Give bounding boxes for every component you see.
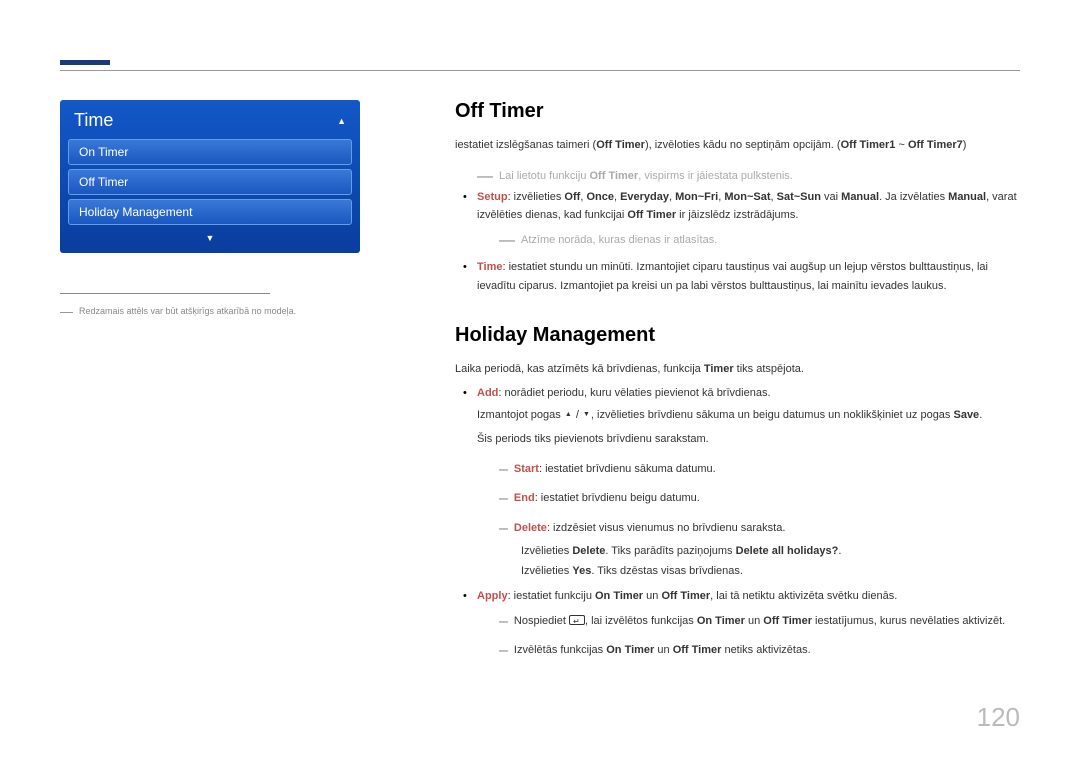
accent-bar xyxy=(60,60,110,65)
setup-subnote: ―Atzīme norāda, kuras dienas ir atlasīta… xyxy=(477,225,1020,252)
left-footnote: ―Redzamais attēls var būt atšķirīgs atka… xyxy=(60,302,360,317)
setup-bullet: Setup: izvēlieties Off, Once, Everyday, … xyxy=(477,188,1020,253)
enter-icon xyxy=(569,615,585,625)
apply-sub2: –Izvēlētās funkcijas On Timer un Off Tim… xyxy=(477,635,1020,662)
triangle-up-icon xyxy=(564,409,573,421)
add-bullet: Add: norādiet periodu, kuru vēlaties pie… xyxy=(477,384,1020,581)
add-delete: –Delete: izdzēsiet visus vienumus no brī… xyxy=(477,513,1020,540)
add-line3: Šis periods tiks pievienots brīvdienu sa… xyxy=(477,431,1020,449)
heading-off-timer: Off Timer xyxy=(455,100,1020,123)
menu-item-on-timer[interactable]: On Timer xyxy=(68,139,352,165)
menu-item-holiday-management[interactable]: Holiday Management xyxy=(68,199,352,225)
add-line2: Izmantojot pogas / , izvēlieties brīvdie… xyxy=(477,407,1020,425)
chevron-down-icon[interactable]: ▼ xyxy=(68,229,352,243)
heading-holiday-management: Holiday Management xyxy=(455,324,1020,347)
holiday-intro: Laika periodā, kas atzīmēts kā brīvdiena… xyxy=(455,361,1020,379)
apply-bullet: Apply: iestatiet funkciju On Timer un Of… xyxy=(477,587,1020,662)
time-menu-panel: Time ▲ On Timer Off Timer Holiday Manage… xyxy=(60,100,360,253)
apply-sub1: –Nospiediet , lai izvēlētos funkcijas On… xyxy=(477,606,1020,633)
time-bullet: Time: iestatiet stundu un minūti. Izmant… xyxy=(477,258,1020,295)
add-end: –End: iestatiet brīvdienu beigu datumu. xyxy=(477,483,1020,510)
chevron-up-icon[interactable]: ▲ xyxy=(337,116,346,126)
menu-title: Time xyxy=(74,110,113,131)
add-start: –Start: iestatiet brīvdienu sākuma datum… xyxy=(477,454,1020,481)
off-timer-clock-note: ―Lai lietotu funkciju Off Timer, vispirm… xyxy=(455,161,1020,188)
divider xyxy=(60,293,270,294)
off-timer-intro: iestatiet izslēgšanas taimeri (Off Timer… xyxy=(455,137,1020,155)
page-number: 120 xyxy=(977,702,1020,733)
menu-item-off-timer[interactable]: Off Timer xyxy=(68,169,352,195)
top-rule xyxy=(60,70,1020,71)
triangle-down-icon xyxy=(582,409,591,421)
delete-confirm: Izvēlieties Delete. Tiks parādīts paziņo… xyxy=(477,542,1020,561)
dash-icon: ― xyxy=(60,304,73,319)
delete-yes: Izvēlieties Yes. Tiks dzēstas visas brīv… xyxy=(477,562,1020,581)
